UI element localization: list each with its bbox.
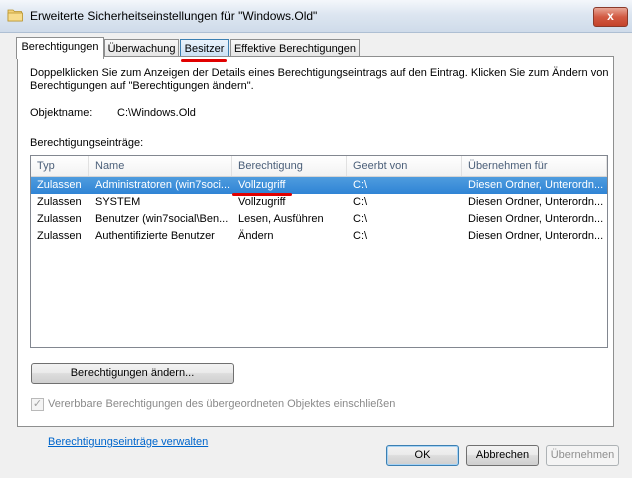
cell-uebernehmen-fuer: Diesen Ordner, Unterordn... [468, 179, 604, 191]
cell-geerbt-von: C:\ [353, 196, 368, 208]
entries-label: Berechtigungseinträge: [30, 137, 144, 149]
permission-entries-list[interactable]: Typ Name Berechtigung Geerbt von Überneh… [30, 155, 608, 348]
cell-berechtigung: Lesen, Ausführen [238, 213, 324, 225]
cell-name: Benutzer (win7social\Ben... [95, 213, 229, 225]
cell-typ: Zulassen [37, 213, 82, 225]
column-header-berechtigung[interactable]: Berechtigung [232, 156, 347, 176]
close-icon: x [607, 9, 614, 23]
cell-berechtigung: Vollzugriff [238, 179, 286, 191]
table-row[interactable]: Zulassen Authentifizierte Benutzer Änder… [31, 228, 607, 245]
cell-uebernehmen-fuer: Diesen Ordner, Unterordn... [468, 213, 604, 225]
column-header-typ[interactable]: Typ [31, 156, 89, 176]
cell-uebernehmen-fuer: Diesen Ordner, Unterordn... [468, 230, 604, 242]
cell-geerbt-von: C:\ [353, 213, 368, 225]
cell-geerbt-von: C:\ [353, 230, 368, 242]
tab-berechtigungen[interactable]: Berechtigungen [16, 37, 104, 59]
description-text: Doppelklicken Sie zum Anzeigen der Detai… [30, 67, 609, 92]
checkmark-icon: ✓ [32, 398, 43, 410]
table-row[interactable]: Zulassen SYSTEM Vollzugriff C:\ Diesen O… [31, 194, 607, 211]
column-header-name[interactable]: Name [89, 156, 232, 176]
inherit-permissions-label: Vererbbare Berechtigungen des übergeordn… [48, 398, 396, 410]
cell-berechtigung: Ändern [238, 230, 274, 242]
list-header: Typ Name Berechtigung Geerbt von Überneh… [31, 156, 607, 177]
cell-name: SYSTEM [95, 196, 141, 208]
window-title: Erweiterte Sicherheitseinstellungen für … [30, 9, 318, 23]
cell-name: Administratoren (win7soci... [95, 179, 231, 191]
cell-typ: Zulassen [37, 196, 82, 208]
close-button[interactable]: x [593, 7, 628, 27]
annotation-underline [232, 193, 292, 196]
object-name-value: C:\Windows.Old [117, 107, 196, 119]
cancel-button[interactable]: Abbrechen [466, 445, 539, 466]
tab-panel: Doppelklicken Sie zum Anzeigen der Detai… [17, 56, 614, 448]
ok-button[interactable]: OK [386, 445, 459, 466]
cell-geerbt-von: C:\ [353, 179, 368, 191]
apply-button[interactable]: Übernehmen [546, 445, 619, 466]
column-header-geerbt-von[interactable]: Geerbt von [347, 156, 462, 176]
folder-icon [7, 9, 23, 22]
column-header-uebernehmen-fuer[interactable]: Übernehmen für [462, 156, 607, 176]
dialog-body: Berechtigungen Überwachung Besitzer Effe… [0, 33, 632, 478]
title-bar: Erweiterte Sicherheitseinstellungen für … [0, 0, 632, 33]
cell-uebernehmen-fuer: Diesen Ordner, Unterordn... [468, 196, 604, 208]
manage-entries-link[interactable]: Berechtigungseinträge verwalten [48, 436, 208, 448]
cell-name: Authentifizierte Benutzer [95, 230, 215, 242]
change-permissions-button[interactable]: Berechtigungen ändern... [31, 363, 234, 384]
table-row[interactable]: Zulassen Administratoren (win7soci... Vo… [31, 177, 607, 194]
annotation-underline [181, 59, 227, 62]
cell-typ: Zulassen [37, 230, 82, 242]
object-name-label: Objektname: [30, 107, 93, 119]
cell-typ: Zulassen [37, 179, 82, 191]
table-row[interactable]: Zulassen Benutzer (win7social\Ben... Les… [31, 211, 607, 228]
inherit-permissions-checkbox[interactable]: ✓ [31, 398, 44, 411]
cell-berechtigung: Vollzugriff [238, 196, 286, 208]
